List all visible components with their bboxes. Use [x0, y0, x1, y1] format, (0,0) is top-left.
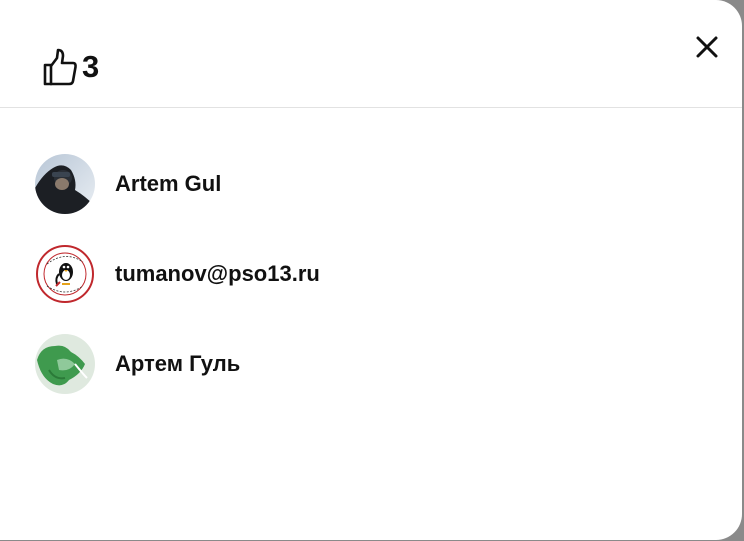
thumbs-up-icon [42, 48, 78, 86]
user-name: Артем Гуль [115, 351, 241, 376]
likes-count: 3 [82, 49, 100, 84]
user-avatar [35, 334, 95, 394]
user-avatar [35, 244, 95, 304]
list-item[interactable]: tumanov@pso13.ru [35, 244, 320, 304]
user-avatar [35, 154, 95, 214]
likes-summary: 3 [42, 48, 99, 86]
dialog-header: 3 [0, 0, 742, 108]
close-icon [696, 36, 718, 58]
list-item[interactable]: Artem Gul [35, 154, 221, 214]
user-name: Artem Gul [115, 171, 222, 196]
list-item[interactable]: Артем Гуль [35, 334, 240, 394]
likes-dialog: 3 Artem Gul tumanov@pso13.ru Артем Гуль [0, 0, 742, 540]
close-button[interactable] [692, 32, 722, 62]
user-name: tumanov@pso13.ru [115, 261, 320, 286]
